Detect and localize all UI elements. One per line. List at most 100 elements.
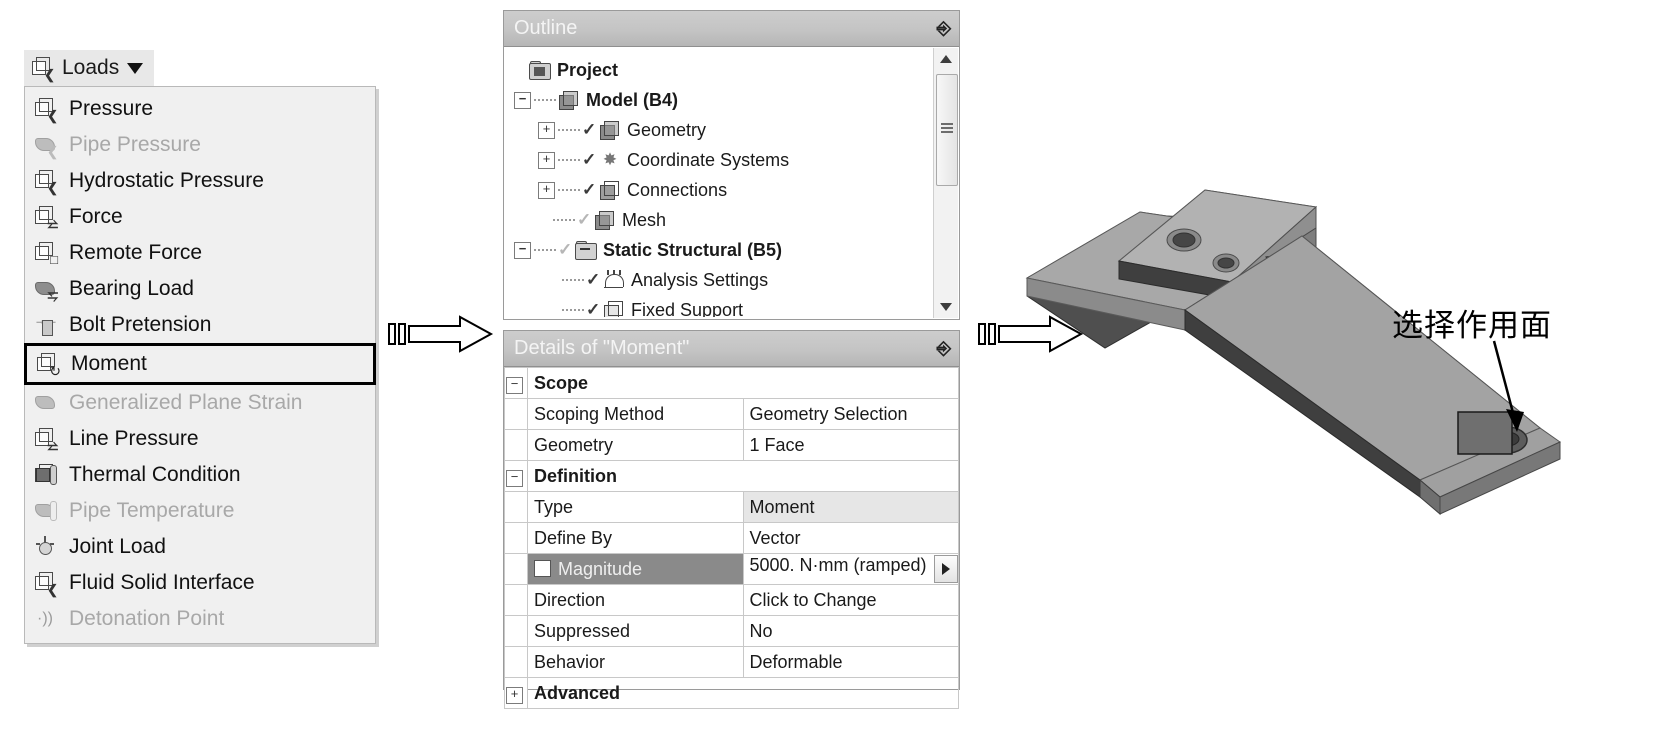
property-key: Scoping Method [527,398,744,430]
expand-expander-icon[interactable]: + [504,677,528,709]
menu-item-hydrostatic-pressure[interactable]: ❮ Hydrostatic Pressure [25,163,375,199]
property-value: 5000. N·mm (ramped) [749,555,927,575]
hole-small-bore [1217,257,1235,269]
menu-item-thermal-condition[interactable]: Thermal Condition [25,457,375,493]
table-row-group[interactable]: + Advanced [504,677,959,709]
pin-icon[interactable]: ⎆ [937,18,951,39]
loads-dropdown-button[interactable]: ❮ Loads [24,50,154,86]
magnitude-dropdown-button[interactable] [934,555,958,583]
expand-expander-icon[interactable]: + [538,121,555,139]
tree-item-model[interactable]: − Model (B4) [514,85,959,115]
property-value[interactable]: Vector [742,522,959,554]
menu-item-joint-load[interactable]: Joint Load [25,529,375,565]
table-row[interactable]: Type Moment [504,491,959,523]
cube-arrow-icon: ⥨ [33,204,59,230]
expand-expander-icon[interactable]: + [538,151,555,169]
tree-item-analysis-settings[interactable]: ✓ Analysis Settings [514,265,959,295]
menu-item-remote-force[interactable]: □ Remote Force [25,235,375,271]
property-key-magnitude[interactable]: Magnitude [527,553,744,585]
collapse-expander-icon[interactable]: − [504,367,528,399]
plane-strain-icon [33,390,59,416]
check-icon: ✓ [582,120,597,139]
property-key: Suppressed [527,615,744,647]
tree-item-project[interactable]: Project [514,55,959,85]
thermal-icon [33,462,59,488]
tree-item-static-structural[interactable]: − ✓ Static Structural (B5) [514,235,959,265]
loads-menu-list[interactable]: ❮ Pressure ❮ Pipe Pressure ❮ Hydrostatic… [24,86,376,644]
menu-item-label: Hydrostatic Pressure [69,169,264,192]
magnitude-checkbox[interactable] [534,559,551,577]
tree-item-label: Fixed Support [631,299,744,318]
table-row[interactable]: Suppressed No [504,615,959,647]
table-row-group[interactable]: − Definition [504,460,959,492]
menu-item-label: Pressure [69,97,154,120]
menu-item-bolt-pretension[interactable]: → ← Bolt Pretension [25,307,375,343]
outline-vertical-scrollbar[interactable] [933,48,958,318]
tree-item-label: Project [557,59,619,80]
cube-remote-icon: □ [33,240,59,266]
loads-menu[interactable]: ❮ Loads ❮ Pressure ❮ Pipe Pressure ❮ Hyd… [24,50,376,644]
tree-item-mesh[interactable]: ✓ Mesh [514,205,959,235]
menu-item-bearing-load[interactable]: ⥧ Bearing Load [25,271,375,307]
menu-item-moment[interactable]: ↻ Moment [24,343,376,385]
cube-cursor-icon: ❮ [33,168,59,194]
selected-face-highlight[interactable] [1457,411,1513,455]
pin-icon[interactable]: ⎆ [937,338,951,359]
menu-item-label: Bearing Load [69,277,194,300]
menu-item-pressure[interactable]: ❮ Pressure [25,91,375,127]
cube-cursor-icon: ❮ [30,55,56,81]
table-row[interactable]: Scoping Method Geometry Selection [504,398,959,430]
property-value[interactable]: 1 Face [742,429,959,461]
fixed-support-icon [603,300,625,317]
property-key: Behavior [527,646,744,678]
joint-icon [33,534,59,560]
menu-item-pipe-pressure: ❮ Pipe Pressure [25,127,375,163]
scroll-up-arrow-icon[interactable] [934,48,958,70]
property-value[interactable]: Geometry Selection [742,398,959,430]
analysis-folder-icon [575,241,597,260]
row-indent [504,398,528,430]
tree-item-label: Geometry [627,119,707,140]
outline-tree[interactable]: Project − Model (B4) + ✓ Geometry + ✓ ✸ … [504,47,959,317]
hole-large-bore [1172,232,1196,248]
menu-item-fluid-solid-interface[interactable]: ❮ Fluid Solid Interface [25,565,375,601]
menu-item-label: Fluid Solid Interface [69,571,255,594]
chevron-right-icon [942,563,950,575]
collapse-expander-icon[interactable]: − [514,241,531,259]
scroll-down-arrow-icon[interactable] [934,296,958,318]
expand-expander-icon[interactable]: + [538,181,555,199]
table-row[interactable]: Direction Click to Change [504,584,959,616]
table-row[interactable]: Geometry 1 Face [504,429,959,461]
tree-item-coordinate-systems[interactable]: + ✓ ✸ Coordinate Systems [514,145,959,175]
details-panel-title: Details of "Moment" [514,337,690,359]
table-row-magnitude[interactable]: Magnitude 5000. N·mm (ramped) [504,553,959,585]
table-row[interactable]: Define By Vector [504,522,959,554]
tree-item-connections[interactable]: + ✓ Connections [514,175,959,205]
project-icon [529,61,551,80]
tree-item-geometry[interactable]: + ✓ Geometry [514,115,959,145]
collapse-expander-icon[interactable]: − [514,91,531,109]
collapse-expander-icon[interactable]: − [504,460,528,492]
menu-item-generalized-plane-strain: Generalized Plane Strain [25,385,375,421]
check-icon: ✓ [582,150,597,169]
menu-item-force[interactable]: ⥨ Force [25,199,375,235]
check-icon: ✓ [586,270,601,289]
tree-item-label: Model (B4) [586,89,678,110]
property-value[interactable]: Deformable [742,646,959,678]
property-key: Geometry [527,429,744,461]
table-row[interactable]: Behavior Deformable [504,646,959,678]
scrollbar-thumb[interactable] [936,74,958,186]
cube-cursor-icon: ❮ [33,570,59,596]
table-row-group[interactable]: − Scope [504,367,959,399]
geometry-icon [599,120,621,140]
property-value[interactable]: Moment [742,491,959,523]
tree-item-fixed-support[interactable]: ✓ Fixed Support [514,295,959,317]
group-label: Definition [527,460,959,492]
property-value-magnitude[interactable]: 5000. N·mm (ramped) [742,553,959,585]
property-value[interactable]: Click to Change [742,584,959,616]
property-value[interactable]: No [742,615,959,647]
tree-item-label: Mesh [622,209,667,230]
tree-item-label: Connections [627,179,728,200]
menu-item-detonation-point: ·)) Detonation Point [25,601,375,637]
menu-item-line-pressure[interactable]: ⥨ Line Pressure [25,421,375,457]
